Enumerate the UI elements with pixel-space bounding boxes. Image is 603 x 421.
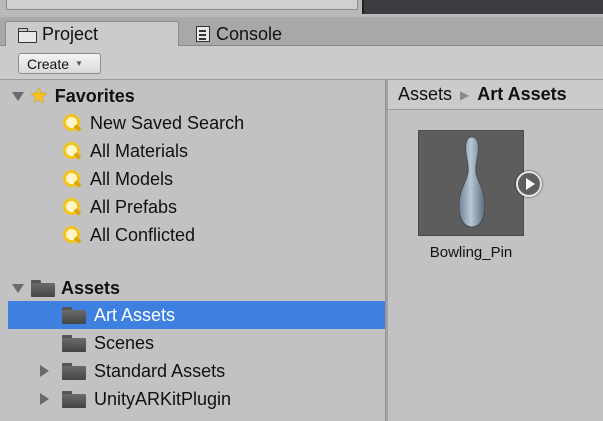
create-label: Create: [27, 55, 70, 72]
folder-icon: [31, 279, 55, 297]
caret-down-icon: ▼: [75, 59, 83, 68]
collapse-arrow-icon[interactable]: [40, 365, 49, 377]
search-icon: [62, 225, 82, 245]
tab-console[interactable]: Console: [186, 21, 356, 47]
tree-item-scenes[interactable]: Scenes: [0, 329, 385, 357]
project-toolbar: Create ▼: [0, 46, 603, 80]
window-top-strip: [0, 0, 603, 17]
panel-frame: [6, 0, 358, 10]
tree-item-assets[interactable]: Assets: [0, 274, 385, 302]
search-icon: [62, 141, 82, 161]
bowling-pin-thumbnail[interactable]: [418, 130, 524, 236]
breadcrumb-root[interactable]: Assets: [398, 84, 452, 105]
folder-icon: [62, 306, 86, 324]
scene-view-edge: [362, 0, 603, 14]
favorite-item-all-models[interactable]: All Models: [0, 165, 385, 193]
tree-item-label: Assets: [61, 277, 121, 298]
favorite-item-new-saved-search[interactable]: New Saved Search: [0, 109, 385, 137]
folder-icon: [62, 390, 86, 408]
tree-item-label: All Materials: [90, 140, 189, 161]
console-icon: [196, 26, 210, 42]
breadcrumb-current[interactable]: Art Assets: [477, 84, 566, 105]
bowling-pin-icon: [458, 136, 486, 228]
folder-icon: [62, 362, 86, 380]
tree-item-label: Standard Assets: [94, 360, 226, 381]
project-tree: ★ Favorites New Saved Search All Materia…: [0, 80, 385, 421]
favorite-item-all-prefabs[interactable]: All Prefabs: [0, 193, 385, 221]
tree-item-label: All Models: [90, 168, 174, 189]
tree-item-standard-assets[interactable]: Standard Assets: [0, 357, 385, 385]
breadcrumb-separator-icon: ▶: [460, 87, 470, 102]
tree-item-label: Favorites: [54, 85, 135, 106]
search-icon: [62, 169, 82, 189]
star-icon: ★: [29, 83, 49, 108]
tree-item-label: New Saved Search: [90, 112, 245, 133]
collapse-arrow-icon[interactable]: [40, 393, 49, 405]
tree-item-art-assets[interactable]: Art Assets: [8, 301, 385, 329]
tree-item-favorites[interactable]: ★ Favorites: [0, 82, 385, 110]
expand-arrow-icon[interactable]: [12, 283, 24, 293]
folder-icon: [18, 28, 37, 43]
tab-console-label: Console: [216, 23, 283, 44]
create-dropdown-button[interactable]: Create ▼: [18, 53, 101, 74]
tab-bar: Project Console: [0, 17, 603, 47]
tab-project-label: Project: [42, 24, 99, 44]
favorite-item-all-conflicted[interactable]: All Conflicted: [0, 221, 385, 249]
tree-item-label: All Conflicted: [90, 224, 196, 245]
expand-arrow-icon[interactable]: [12, 91, 24, 101]
breadcrumb: Assets ▶ Art Assets: [388, 80, 603, 110]
asset-browser: Assets ▶ Art Assets Bowling_Pin: [388, 80, 603, 421]
tree-item-label: Art Assets: [94, 304, 176, 325]
search-icon: [62, 113, 82, 133]
tree-item-label: Scenes: [94, 332, 155, 353]
play-icon[interactable]: [516, 171, 542, 197]
tab-project[interactable]: Project: [5, 21, 179, 47]
asset-name: Bowling_Pin: [429, 244, 513, 261]
tree-item-unityarkitplugin[interactable]: UnityARKitPlugin: [0, 385, 385, 413]
tree-item-label: UnityARKitPlugin: [94, 388, 232, 409]
folder-icon: [62, 334, 86, 352]
search-icon: [62, 197, 82, 217]
favorite-item-all-materials[interactable]: All Materials: [0, 137, 385, 165]
tree-item-label: All Prefabs: [90, 196, 178, 217]
